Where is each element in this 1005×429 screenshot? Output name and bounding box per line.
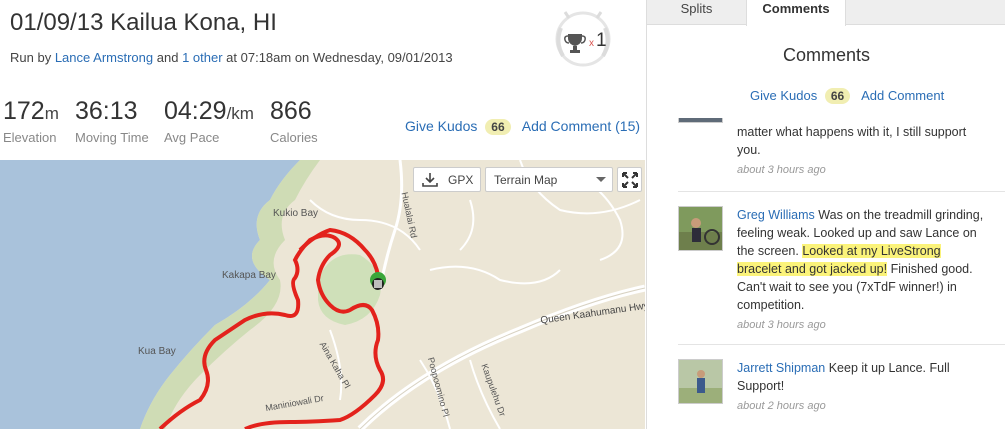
map-label-kakapa-bay: Kakapa Bay (222, 270, 276, 281)
stat-label: Elevation (3, 130, 57, 145)
fullscreen-button[interactable] (617, 167, 642, 192)
stat-value: 04:29 (164, 97, 227, 125)
sidebar-give-kudos-link[interactable]: Give Kudos (750, 88, 817, 103)
comment-author-link[interactable]: Greg Williams (737, 208, 815, 222)
map-type-select[interactable]: Terrain Map (485, 167, 613, 192)
stat-unit: /km (226, 104, 254, 123)
stat-moving-time: 36:13 Moving Time (75, 97, 149, 145)
sidebar-add-comment-link[interactable]: Add Comment (861, 88, 944, 103)
activity-subtitle: Run by Lance Armstrong and 1 other at 07… (10, 50, 453, 65)
comments-heading: Comments (782, 45, 871, 65)
athlete-link[interactable]: Lance Armstrong (55, 50, 153, 65)
trophy-multiplier: x (589, 38, 594, 49)
comments-sidebar: Splits Comments Comments Give Kudos 66 A… (646, 0, 1005, 429)
comment-timestamp: about 3 hours ago (737, 319, 826, 331)
kudos-bar: Give Kudos 66 Add Comment (15) (405, 118, 640, 135)
stat-elevation: 172m Elevation (3, 97, 59, 145)
comment-body: Greg Williams Was on the treadmill grind… (737, 206, 987, 334)
avatar[interactable] (678, 118, 723, 123)
stat-avg-pace: 04:29/km Avg Pace (164, 97, 254, 145)
comment-author-link[interactable]: Jarrett Shipman (737, 361, 825, 375)
add-comment-link[interactable]: Add Comment (15) (522, 118, 640, 134)
route-map[interactable]: Kukio Bay Kakapa Bay Kua Bay Queen Kaahu… (0, 160, 645, 429)
divider (678, 344, 1005, 345)
map-canvas[interactable] (0, 160, 645, 429)
comment-text: matter what happens with it, I still sup… (737, 125, 967, 157)
map-label-kukio-bay: Kukio Bay (273, 208, 319, 219)
stat-label: Calories (270, 130, 318, 145)
stat-label: Moving Time (75, 130, 149, 145)
stat-label: Avg Pace (164, 130, 220, 145)
achievement-badge[interactable]: x 1 (551, 8, 621, 74)
give-kudos-link[interactable]: Give Kudos (405, 118, 477, 134)
stat-value: 866 (270, 97, 312, 125)
subtitle-suffix: at 07:18am on Wednesday, 09/01/2013 (226, 50, 453, 65)
subtitle-and: and (156, 50, 179, 65)
download-icon (422, 172, 438, 187)
gpx-label: GPX (448, 172, 474, 187)
tab-comments[interactable]: Comments (746, 0, 846, 26)
stat-unit: m (44, 104, 59, 123)
map-label-kua-bay: Kua Bay (138, 346, 176, 357)
comment-timestamp: about 2 hours ago (737, 400, 826, 412)
avatar[interactable] (678, 359, 723, 404)
sidebar-kudos-count-badge: 66 (824, 88, 851, 104)
trophy-icon (564, 34, 586, 53)
comment-timestamp: about 3 hours ago (737, 164, 826, 176)
kudos-count-badge: 66 (485, 119, 511, 135)
trophy-count: 1 (596, 30, 607, 51)
divider (678, 191, 1005, 192)
subtitle-prefix: Run by (10, 50, 52, 65)
sidebar-kudos-bar: Give Kudos 66 Add Comment (750, 88, 944, 104)
activity-panel: 01/09/13 Kailua Kona, HI Run by Lance Ar… (0, 0, 645, 429)
other-athletes-link[interactable]: 1 other (182, 50, 222, 65)
stat-calories: 866 Calories (270, 97, 318, 145)
activity-title: 01/09/13 Kailua Kona, HI (10, 9, 277, 36)
comment-body: Jarrett Shipman Keep it up Lance. Full S… (737, 359, 987, 415)
gpx-download-button[interactable]: GPX (413, 167, 481, 192)
expand-icon (621, 171, 638, 188)
comment-list[interactable]: matter what happens with it, I still sup… (647, 118, 1005, 429)
sidebar-tabs: Splits Comments (647, 0, 1005, 26)
stat-value: 172 (3, 97, 45, 125)
chevron-down-icon (596, 177, 606, 182)
map-type-value: Terrain Map (494, 172, 558, 187)
stat-value: 36:13 (75, 97, 138, 125)
comment-body: matter what happens with it, I still sup… (737, 123, 987, 179)
avatar[interactable] (678, 206, 723, 251)
tab-splits[interactable]: Splits (647, 0, 746, 25)
